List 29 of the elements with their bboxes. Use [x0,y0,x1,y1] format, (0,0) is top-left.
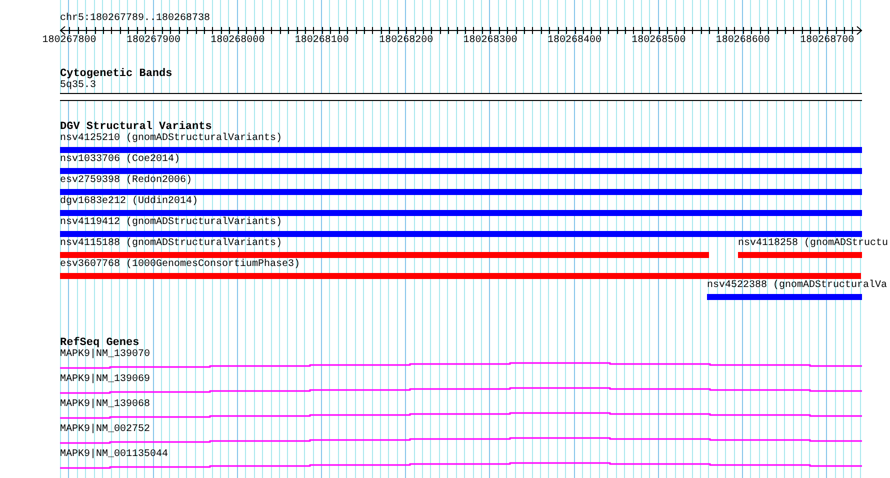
tick-label: 180268700 [800,35,854,47]
track-title: Cytogenetic Bands [60,68,172,80]
variant-label: esv2759398 (Redon2006) [60,175,192,187]
tick-label: 180268300 [463,35,518,47]
tick-label: 180267900 [126,35,180,47]
tick-label: 180268400 [548,35,602,47]
tick-label: 180268200 [379,35,434,47]
variant-label: nsv4115188 (gnomADStructuralVariants) [60,238,282,250]
gene-label: MAPK9|NM_139070 [60,349,150,361]
tick-label: 180268000 [210,35,265,47]
tick-label: 180268600 [716,35,770,47]
variant-label: esv3607768 (1000GenomesConsortiumPhase3) [60,259,300,271]
variant-label: nsv4118258 (gnomADStructu [738,238,888,250]
tick-label: 180268500 [632,35,686,47]
gene-label: MAPK9|NM_139068 [60,399,150,411]
gene-label: MAPK9|NM_001135044 [60,449,168,461]
tick-label: 180267800 [42,35,96,47]
variant-label: nsv1033706 (Coe2014) [60,154,180,166]
variant-label: nsv4119412 (gnomADStructuralVariants) [60,217,282,229]
region-label: chr5:180267789..180268738 [60,13,210,25]
track-title: RefSeq Genes [60,337,140,349]
track-title: DGV Structural Variants [60,121,212,133]
variant-label: nsv4125210 (gnomADStructuralVariants) [60,133,282,145]
variant-label: dgv1683e212 (Uddin2014) [60,196,198,208]
variant-label: nsv4522388 (gnomADStructuralVa [706,280,887,292]
gene-label: MAPK9|NM_139069 [60,374,150,386]
band-label: 5q35.3 [60,80,96,92]
gene-label: MAPK9|NM_002752 [60,424,150,436]
tick-label: 180268100 [294,35,349,47]
